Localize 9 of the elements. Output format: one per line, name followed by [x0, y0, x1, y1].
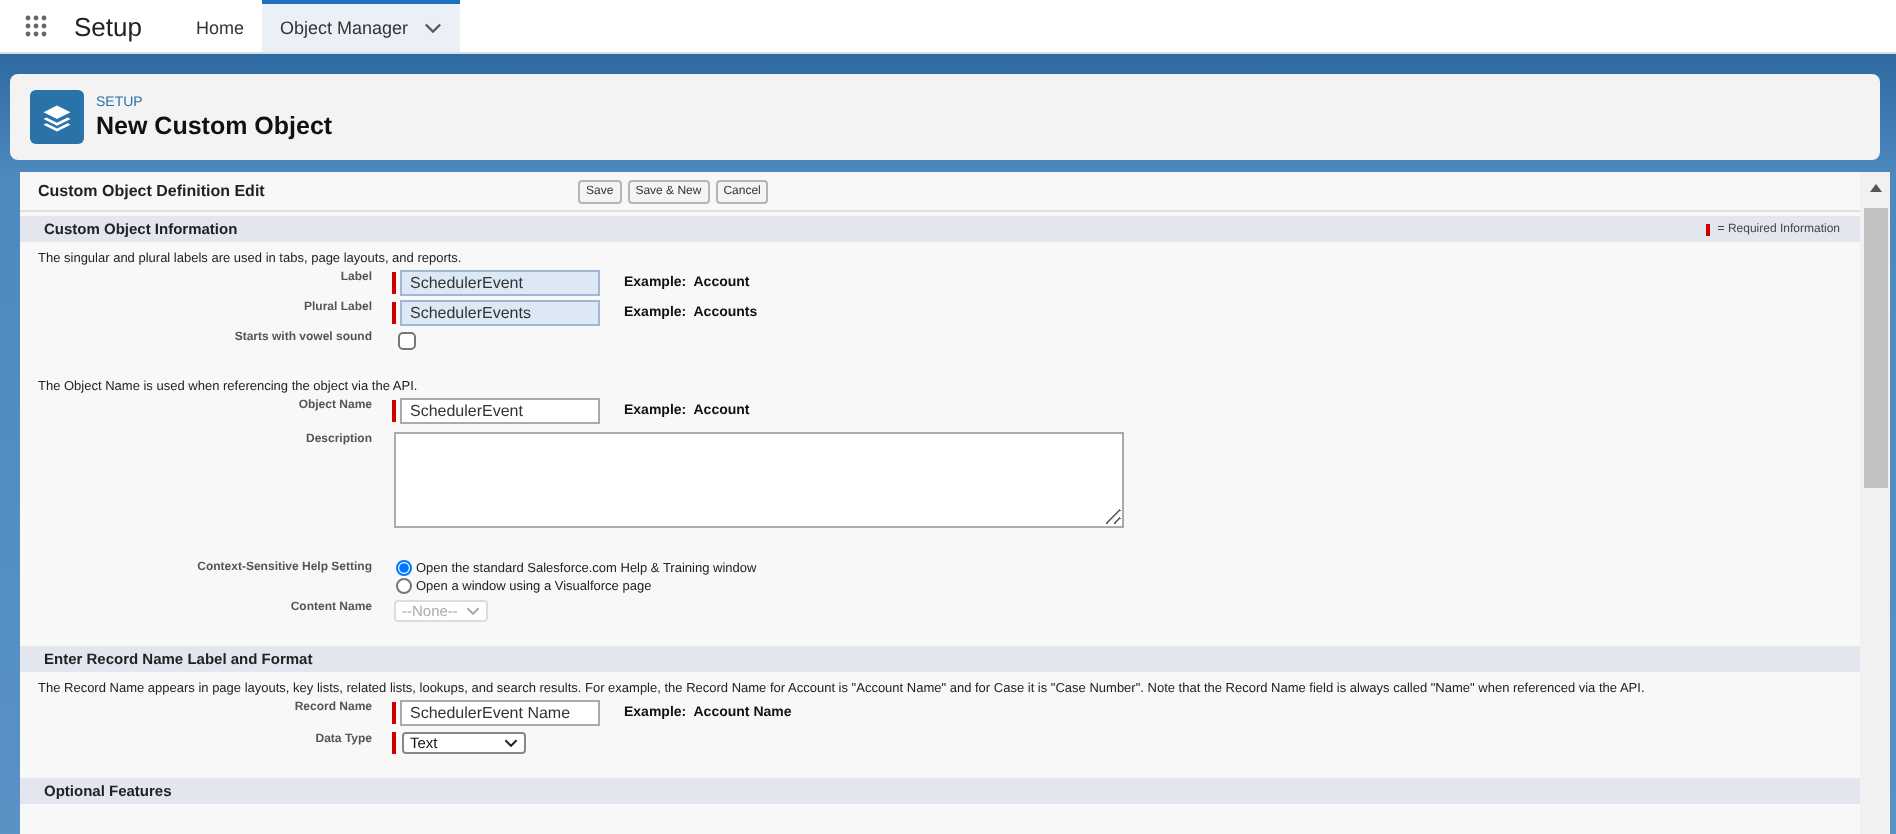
nav-tab[interactable]: Object Manager [262, 0, 461, 52]
input-field[interactable]: SchedulerEvent Name [400, 700, 600, 726]
input-field[interactable]: SchedulerEvents [400, 300, 600, 326]
page-title: New Custom Object [96, 111, 333, 139]
nav-tab[interactable]: Home [177, 0, 262, 52]
input-field[interactable]: SchedulerEvent [400, 270, 600, 296]
input-field[interactable]: SchedulerEvent [400, 398, 600, 424]
app-name: Setup [74, 11, 142, 41]
form-title: Custom Object Definition Edit [38, 182, 267, 200]
